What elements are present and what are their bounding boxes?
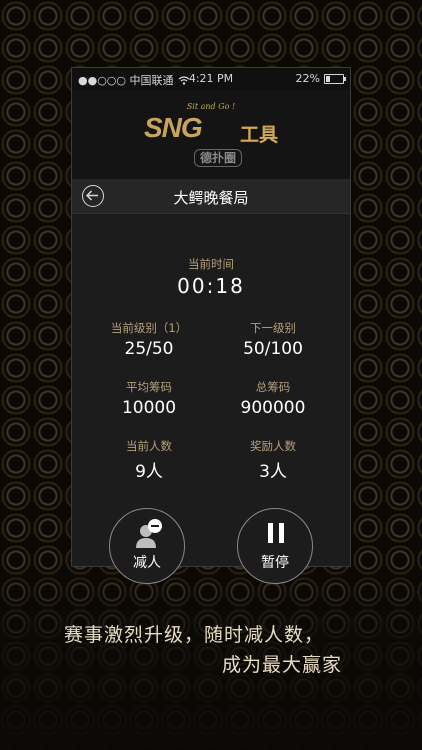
logo-tool-text: 工具 <box>240 124 279 146</box>
player-count-value: 9人 <box>135 462 163 482</box>
battery-info: 22% <box>295 72 346 85</box>
paid-places-value: 3人 <box>259 462 287 482</box>
page-title: 大鳄晚餐局 <box>173 189 249 207</box>
pause-button[interactable]: 暂停 <box>237 508 313 584</box>
status-bar: ●●○○○ 中国联通 4:21 PM 22% <box>72 68 350 90</box>
logo-brand: 德扑圈 <box>194 149 243 167</box>
paid-places-label: 奖励人数 <box>250 439 296 453</box>
promo-caption-line1: 赛事激烈升级，随时减人数， <box>64 624 325 646</box>
promo-caption-line2: 成为最大赢家 <box>222 654 343 676</box>
next-level: 下一级别 50/100 <box>213 320 333 359</box>
app-logo: Sit and Go ! SNG 工具 德扑圈 <box>72 90 350 179</box>
total-chips-value: 900000 <box>240 398 306 418</box>
background-fade <box>0 560 422 750</box>
player-count: 当前人数 9人 <box>89 438 209 482</box>
minus-icon <box>148 519 162 533</box>
total-chips: 总筹码 900000 <box>213 379 333 418</box>
remove-player-label: 减人 <box>133 555 161 571</box>
game-stats: 当前时间 00:18 当前级别（1） 25/50 下一级别 50/100 平均筹… <box>72 214 350 584</box>
current-time-label: 当前时间 <box>188 257 234 271</box>
current-time: 当前时间 00:18 <box>72 256 350 298</box>
logo-tagline: Sit and Go ! <box>186 102 236 111</box>
current-level-value: 25/50 <box>124 339 174 359</box>
current-level-label: 当前级别（1） <box>110 321 188 335</box>
battery-percent: 22% <box>295 72 320 85</box>
pause-icon <box>266 523 286 543</box>
average-chips-value: 10000 <box>121 398 177 418</box>
next-level-value: 50/100 <box>243 339 303 359</box>
paid-places: 奖励人数 3人 <box>213 438 333 482</box>
average-chips: 平均筹码 10000 <box>89 379 209 418</box>
title-bar: 大鳄晚餐局 <box>72 179 350 214</box>
remove-player-button[interactable]: 减人 <box>109 508 185 584</box>
average-chips-label: 平均筹码 <box>126 380 172 394</box>
phone-screen: ●●○○○ 中国联通 4:21 PM 22% Sit and Go ! SNG … <box>71 67 351 584</box>
logo-sng: SNG <box>144 112 203 143</box>
battery-icon <box>324 73 346 84</box>
total-chips-label: 总筹码 <box>255 380 291 394</box>
next-level-label: 下一级别 <box>250 321 296 335</box>
current-level: 当前级别（1） 25/50 <box>89 320 209 359</box>
current-time-value: 00:18 <box>177 274 245 298</box>
player-count-label: 当前人数 <box>126 439 172 453</box>
pause-label: 暂停 <box>261 555 289 571</box>
